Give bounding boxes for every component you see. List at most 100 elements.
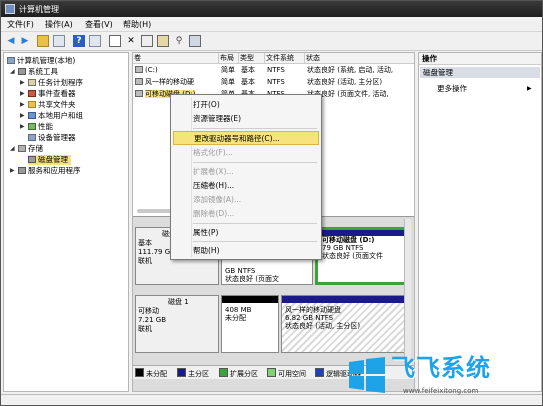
tree-item-local-users[interactable]: 本地用户和组 — [28, 111, 83, 121]
tree-item-system-tools[interactable]: 系统工具 — [18, 67, 58, 77]
partition-name: 可移动磁盘 (D:) — [322, 236, 375, 244]
delete-icon[interactable]: ✕ — [125, 35, 137, 47]
volume-name: 风一样的移动硬 — [135, 77, 219, 88]
column-layout[interactable]: 布局 — [219, 53, 239, 63]
volume-row[interactable]: 风一样的移动硬 简单 基本 NTFS 状态良好 (活动, 主分区) — [133, 77, 414, 88]
volume-icon — [135, 90, 143, 97]
tools-icon — [18, 68, 26, 75]
tree-item-root[interactable]: 计算机管理(本地) — [7, 56, 75, 66]
collapse-arrow-icon[interactable]: ◢ — [10, 144, 16, 154]
disk1-partition-portable[interactable]: 风一样的移动硬盘 6.82 GB NTFS 状态良好 (活动, 主分区) — [281, 295, 411, 353]
volume-icon — [135, 78, 143, 85]
view-pane-icon[interactable] — [89, 35, 101, 47]
back-arrow-icon[interactable]: ◀ — [5, 35, 17, 47]
column-type[interactable]: 类型 — [239, 53, 265, 63]
menu-file[interactable]: 文件(F) — [7, 19, 34, 30]
menu-item-add-mirror[interactable]: 添加镜像(A)... — [173, 193, 319, 207]
export-icon[interactable] — [157, 35, 169, 47]
title-bar: 计算机管理 — [1, 1, 542, 17]
watermark-url: www.feifeixitong.com — [403, 387, 479, 395]
tree-item-services[interactable]: 服务和应用程序 — [18, 166, 81, 176]
expand-arrow-icon[interactable]: ▶ — [20, 111, 26, 121]
menu-view[interactable]: 查看(V) — [85, 19, 113, 30]
vertical-scrollbar[interactable] — [404, 219, 411, 359]
column-status[interactable]: 状态 — [305, 53, 414, 63]
menu-separator — [193, 128, 317, 129]
expand-arrow-icon[interactable]: ▶ — [20, 78, 26, 88]
menu-separator — [193, 162, 317, 163]
menu-item-delete[interactable]: 删除卷(D)... — [173, 207, 319, 221]
volume-status: 状态良好 (页面文件, 活动, — [307, 90, 389, 98]
volume-type: 基本 — [241, 78, 255, 86]
services-icon — [18, 167, 26, 174]
tree-item-task-scheduler[interactable]: 任务计划程序 — [28, 78, 83, 88]
column-volume[interactable]: 卷 — [133, 53, 219, 63]
refresh-icon[interactable] — [189, 35, 201, 47]
collapse-arrow-icon[interactable]: ◢ — [10, 67, 16, 77]
volume-type: 基本 — [241, 66, 255, 74]
volume-layout: 简单 — [221, 78, 235, 86]
partition-size: 6.82 GB NTFS — [285, 314, 334, 322]
logical-stripe — [318, 230, 408, 236]
tree-item-disk-management[interactable]: 磁盘管理 — [28, 155, 71, 165]
users-icon — [28, 112, 36, 119]
tree-item-performance[interactable]: 性能 — [28, 122, 53, 132]
actions-section-disk-management[interactable]: 磁盘管理 — [420, 67, 540, 78]
properties-icon[interactable] — [109, 35, 121, 47]
disk1-state: 联机 — [138, 325, 152, 333]
menu-item-format[interactable]: 格式化(F)... — [173, 146, 319, 160]
partition-size: GB NTFS — [225, 267, 256, 275]
unallocated-stripe — [222, 296, 278, 303]
show-hide-tree-icon[interactable] — [53, 35, 65, 47]
shared-folder-icon — [28, 101, 36, 108]
menu-item-open[interactable]: 打开(O) — [173, 98, 319, 112]
partition-status: 状态良好 (页面文件 — [322, 252, 383, 260]
computer-management-icon — [5, 4, 15, 14]
tree-item-event-viewer[interactable]: 事件查看器 — [28, 89, 76, 99]
help-icon[interactable]: ? — [73, 35, 85, 47]
menu-action[interactable]: 操作(A) — [45, 19, 73, 30]
disk1-kind: 可移动 — [138, 307, 159, 315]
disk0-partition-removable[interactable]: 可移动磁盘 (D:) 79 GB NTFS 状态良好 (页面文件 — [315, 227, 411, 285]
watermark-brand: 飞飞系统 — [391, 354, 491, 382]
expand-arrow-icon[interactable]: ▶ — [20, 89, 26, 99]
partition-name: 风一样的移动硬盘 — [285, 306, 341, 314]
unallocated-label: 未分配 — [225, 314, 246, 322]
tree-item-device-manager[interactable]: 设备管理器 — [28, 133, 76, 143]
disk-icon — [28, 156, 36, 163]
menu-separator — [193, 223, 317, 224]
toolbar: ◀ ▶ ? ✕ ⚲ — [1, 32, 542, 51]
search-icon[interactable]: ⚲ — [173, 35, 185, 47]
actions-pane: 操作 磁盘管理 更多操作 ▶ — [418, 52, 542, 392]
menu-item-extend[interactable]: 扩展卷(X)... — [173, 165, 319, 179]
more-actions-link[interactable]: 更多操作 — [437, 83, 467, 94]
menu-bar: 文件(F) 操作(A) 查看(V) 帮助(H) — [1, 17, 542, 32]
performance-icon — [28, 123, 36, 130]
legend-unallocated: 未分配 — [135, 368, 167, 379]
expand-arrow-icon[interactable]: ▶ — [10, 166, 16, 176]
submenu-arrow-icon[interactable]: ▶ — [527, 83, 532, 94]
disk1-unallocated[interactable]: 408 MB 未分配 — [221, 295, 279, 353]
volume-filesystem: NTFS — [267, 66, 285, 74]
column-filesystem[interactable]: 文件系统 — [265, 53, 305, 63]
expand-arrow-icon[interactable]: ▶ — [20, 122, 26, 132]
tree-item-storage[interactable]: 存储 — [18, 144, 43, 154]
menu-item-change-drive-letter[interactable]: 更改驱动器号和路径(C)... — [173, 131, 319, 145]
expand-arrow-icon[interactable]: ▶ — [20, 100, 26, 110]
menu-item-help[interactable]: 帮助(H) — [173, 244, 319, 258]
open-icon[interactable] — [141, 35, 153, 47]
partition-status: 状态良好 (页面文 — [225, 275, 279, 283]
volume-filesystem: NTFS — [267, 78, 285, 86]
menu-item-properties[interactable]: 属性(P) — [173, 226, 319, 240]
volume-row[interactable]: (C:) 简单 基本 NTFS 状态良好 (系统, 启动, 活动, — [133, 65, 414, 76]
up-folder-icon[interactable] — [37, 35, 49, 47]
menu-help[interactable]: 帮助(H) — [123, 19, 151, 30]
menu-item-explore[interactable]: 资源管理器(E) — [173, 112, 319, 126]
actions-header: 操作 — [419, 53, 541, 65]
forward-arrow-icon[interactable]: ▶ — [19, 35, 31, 47]
event-viewer-icon — [28, 90, 36, 97]
menu-item-shrink[interactable]: 压缩卷(H)... — [173, 179, 319, 193]
computer-icon — [7, 57, 15, 64]
tree-item-shared-folders[interactable]: 共享文件夹 — [28, 100, 76, 110]
legend-swatch — [219, 368, 228, 377]
